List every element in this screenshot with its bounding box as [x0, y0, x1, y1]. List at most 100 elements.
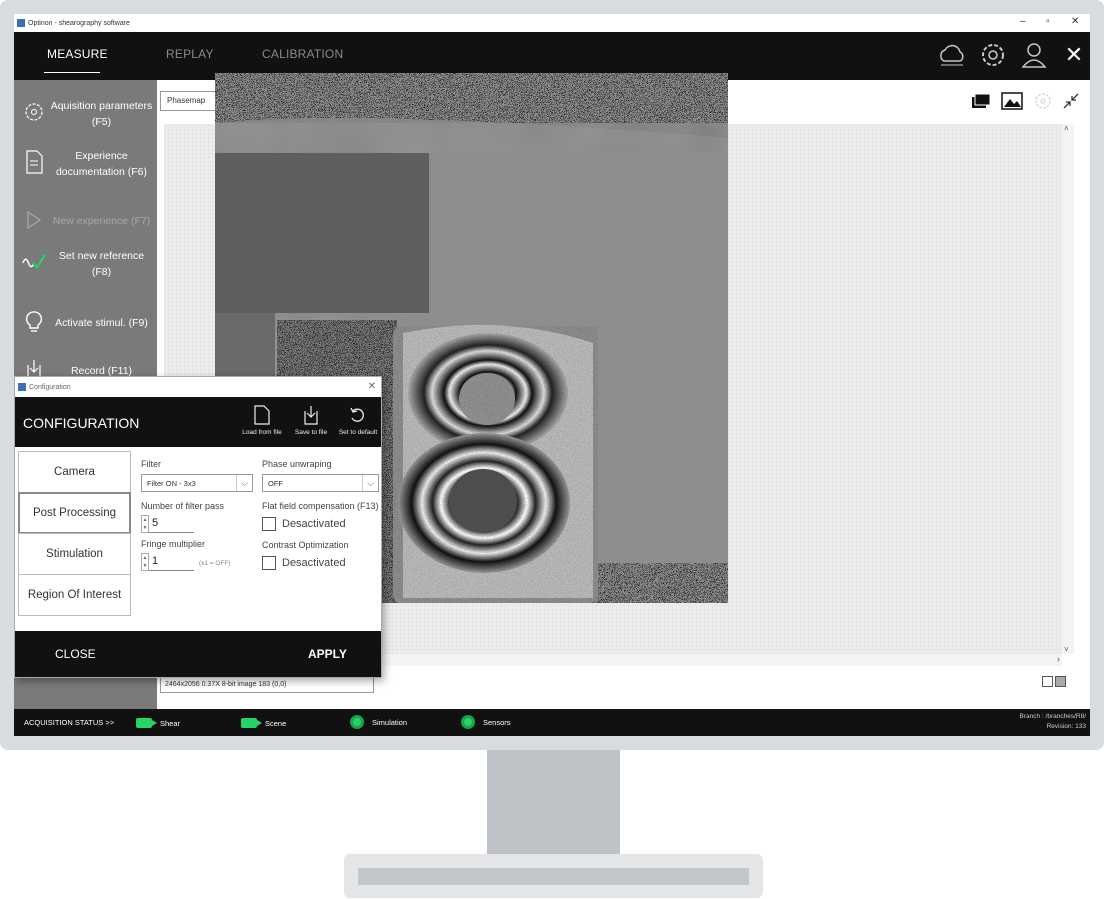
fringe-multiplier-stepper[interactable]: ▲ ▼ 1: [141, 553, 194, 571]
undo-icon: [335, 401, 381, 429]
config-tab-list: Camera Post Processing Stimulation Regio…: [18, 451, 131, 616]
sidebar-item-label: New experience (F7): [52, 215, 151, 227]
gear-icon[interactable]: [977, 39, 1009, 71]
phase-unwrap-value: OFF: [268, 479, 283, 488]
wave-check-icon: [22, 250, 46, 274]
contrast-optimization-checkbox[interactable]: [262, 556, 276, 570]
window-close-icon[interactable]: ✕: [1071, 16, 1079, 27]
application-window: Optinon - shearography software – ▫ ✕ ME…: [14, 14, 1090, 736]
save-icon: [288, 401, 334, 429]
set-to-default-button[interactable]: Set to default: [335, 401, 381, 445]
filter-pass-stepper[interactable]: ▲ ▼ 5: [141, 515, 194, 533]
window-titlebar: Optinon - shearography software – ▫ ✕: [14, 14, 1090, 32]
scroll-down-icon[interactable]: ˅: [1064, 645, 1069, 654]
layers-icon[interactable]: [970, 90, 992, 112]
cloud-icon[interactable]: [936, 39, 968, 71]
tab-post-processing[interactable]: Post Processing: [18, 492, 131, 534]
app-icon: [17, 19, 25, 27]
dialog-window-title: Configuration: [29, 383, 71, 391]
phase-unwrap-label: Phase unwraping: [262, 459, 332, 469]
sidebar-item-activate-stimul[interactable]: Activate stimul. (F9): [14, 300, 157, 346]
dialog-close-icon[interactable]: ✕: [368, 381, 376, 392]
close-icon[interactable]: ✕: [1058, 39, 1090, 71]
window-title: Optinon - shearography software: [28, 19, 130, 27]
flat-field-checkbox[interactable]: [262, 517, 276, 531]
dialog-titlebar: Configuration ✕: [15, 377, 381, 397]
dialog-heading: CONFIGURATION: [23, 415, 140, 431]
sidebar-item-label: Activate stimul. (F9): [55, 317, 148, 329]
close-button[interactable]: CLOSE: [55, 647, 96, 661]
tab-calibration[interactable]: CALIBRATION: [262, 47, 343, 61]
acquisition-statusbar: ACQUISITION STATUS >> Shear Scene Simula…: [14, 709, 1090, 736]
fringe-multiplier-value[interactable]: 1: [149, 553, 194, 571]
zoom-reset-icon[interactable]: [1055, 676, 1066, 687]
contrast-optimization-value: Desactivated: [282, 557, 346, 569]
sidebar-item-experience-documentation[interactable]: Experience documentation (F6): [14, 140, 157, 186]
chevron-down-icon: ⌵: [236, 475, 252, 491]
chevron-down-icon: ⌵: [362, 475, 378, 491]
filter-value: Filter ON - 3x3: [147, 479, 196, 488]
image-info-field: 2464x2056 0.37X 8-bit image 183 (0,0): [160, 677, 374, 693]
dialog-header: CONFIGURATION Load from file Save to fil…: [15, 397, 381, 447]
tab-measure[interactable]: MEASURE: [47, 47, 108, 61]
stepper-arrows-icon[interactable]: ▲ ▼: [141, 515, 149, 533]
tab-stimulation[interactable]: Stimulation: [18, 533, 131, 575]
sidebar-item-acquisition-parameters[interactable]: Aquisition parameters (F5): [14, 90, 157, 136]
configuration-dialog: Configuration ✕ CONFIGURATION Load from …: [14, 376, 382, 678]
zoom-icon[interactable]: [1042, 676, 1053, 687]
view-mode-value: Phasemap: [167, 96, 206, 105]
phase-unwrap-select[interactable]: OFF ⌵: [262, 474, 379, 492]
filter-pass-value[interactable]: 5: [149, 515, 194, 533]
vertical-scrollbar[interactable]: ˄ ˅: [1062, 124, 1074, 654]
monitor-stand-neck: [487, 750, 620, 854]
tab-region-of-interest[interactable]: Region Of Interest: [18, 574, 131, 616]
tab-replay[interactable]: REPLAY: [166, 47, 214, 61]
sidebar-item-label: Aquisition parameters (F5): [50, 100, 153, 128]
load-from-file-button[interactable]: Load from file: [239, 401, 285, 445]
active-tab-underline: [44, 72, 100, 73]
flat-field-value: Desactivated: [282, 518, 346, 530]
save-to-file-button[interactable]: Save to file: [288, 401, 334, 445]
fringe-multiplier-label: Fringe multiplier: [141, 539, 206, 549]
app-icon: [18, 383, 26, 391]
fringe-hint: (x1 = OFF): [199, 560, 231, 567]
user-icon[interactable]: [1018, 39, 1050, 71]
scroll-right-icon[interactable]: ›: [1057, 654, 1060, 664]
tab-camera[interactable]: Camera: [18, 451, 131, 493]
file-icon: [239, 401, 285, 429]
status-item-shear: Shear: [136, 718, 180, 728]
status-dot-icon: [461, 715, 475, 729]
play-icon: [22, 208, 46, 232]
status-item-simulation: Simulation: [350, 715, 407, 729]
sidebar-item-set-new-reference[interactable]: Set new reference (F8): [14, 240, 157, 286]
filter-label: Filter: [141, 459, 161, 469]
zoom-controls: [1042, 676, 1072, 692]
monitor-stand-base: [344, 854, 763, 898]
status-dot-icon: [350, 715, 364, 729]
filter-select[interactable]: Filter ON - 3x3 ⌵: [141, 474, 253, 492]
settings-dim-icon[interactable]: [1032, 90, 1054, 112]
status-item-sensors: Sensors: [461, 715, 511, 729]
camera-icon: [241, 718, 262, 728]
sidebar-item-label: Experience documentation (F6): [55, 150, 148, 178]
sidebar-item-new-experience[interactable]: New experience (F7): [14, 198, 157, 244]
contrast-optimization-label: Contrast Optimization: [262, 540, 349, 550]
bulb-icon: [22, 310, 46, 334]
monitor-base-inner: [358, 868, 749, 885]
restore-icon[interactable]: ▫: [1046, 16, 1050, 27]
sidebar-item-label: Set new reference (F8): [58, 250, 145, 278]
camera-icon: [136, 718, 157, 728]
status-item-scene: Scene: [241, 718, 286, 728]
collapse-icon[interactable]: [1060, 90, 1082, 112]
flat-field-label: Flat field compensation (F13): [262, 501, 379, 511]
status-label: ACQUISITION STATUS >>: [24, 718, 115, 727]
minimize-icon[interactable]: –: [1020, 16, 1026, 27]
filter-pass-label: Number of filter pass: [141, 501, 225, 511]
document-icon: [22, 150, 46, 174]
scroll-up-icon[interactable]: ˄: [1064, 124, 1069, 133]
branch-info: Branch : /branches/R8/ Revision: 133: [1019, 713, 1086, 730]
apply-button[interactable]: APPLY: [308, 647, 347, 661]
image-icon[interactable]: [1001, 90, 1023, 112]
stepper-arrows-icon[interactable]: ▲ ▼: [141, 553, 149, 571]
dialog-footer: CLOSE APPLY: [15, 631, 381, 677]
